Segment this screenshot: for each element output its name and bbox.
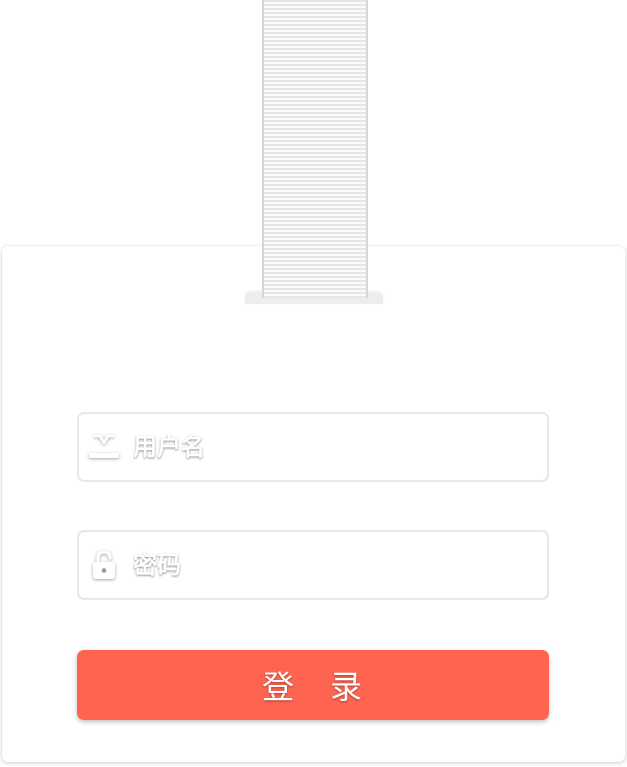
- lanyard-strap: [262, 0, 368, 298]
- username-input[interactable]: [131, 413, 547, 481]
- password-input[interactable]: [131, 531, 547, 599]
- username-field[interactable]: [77, 412, 549, 482]
- lock-icon: [93, 550, 115, 579]
- password-field[interactable]: [77, 530, 549, 600]
- login-button[interactable]: 登 录: [77, 650, 549, 720]
- user-icon: [89, 434, 119, 458]
- login-page: 登 录: [0, 0, 627, 767]
